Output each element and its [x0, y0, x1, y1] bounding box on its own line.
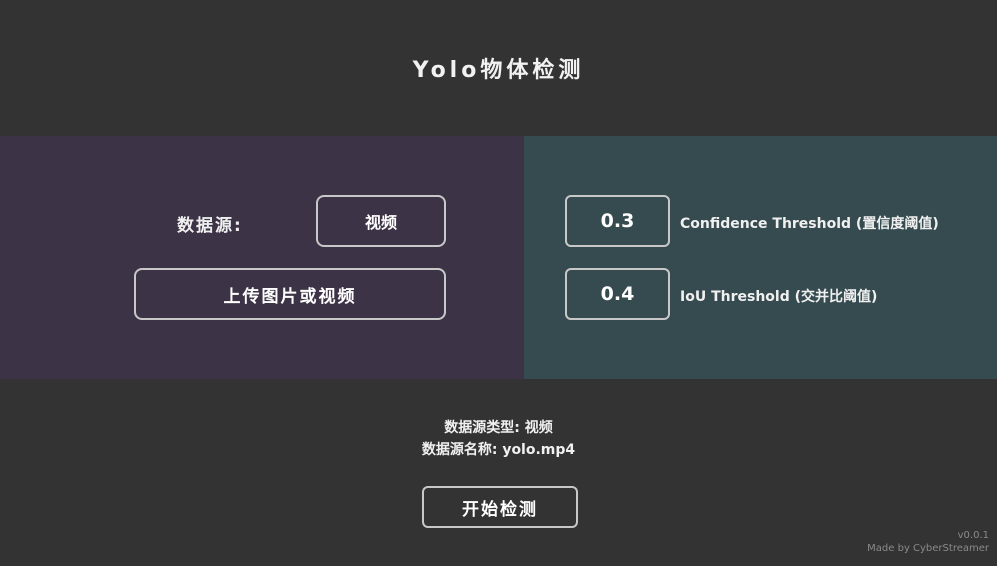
iou-threshold-label: IoU Threshold (交并比阈值)	[680, 289, 878, 305]
source-name-info: 数据源名称: yolo.mp4	[421, 442, 576, 458]
source-panel	[0, 136, 524, 379]
version-text: v0.0.1	[957, 530, 989, 541]
source-type-info: 数据源类型: 视频	[444, 420, 553, 436]
confidence-threshold-label: Confidence Threshold (置信度阈值)	[680, 216, 939, 232]
page-title: Yolo物体检测	[412, 58, 585, 83]
upload-button[interactable]: 上传图片或视频	[134, 268, 446, 320]
source-label: 数据源:	[177, 216, 243, 236]
iou-threshold-input[interactable]: 0.4	[565, 268, 670, 320]
threshold-panel	[524, 136, 997, 379]
app-window: Yolo物体检测 数据源: 视频 上传图片或视频 0.3 Confidence …	[0, 0, 997, 566]
confidence-threshold-input[interactable]: 0.3	[565, 195, 670, 247]
source-type-button[interactable]: 视频	[316, 195, 446, 247]
start-detection-button[interactable]: 开始检测	[422, 486, 578, 528]
made-by-text: Made by CyberStreamer	[867, 543, 989, 554]
